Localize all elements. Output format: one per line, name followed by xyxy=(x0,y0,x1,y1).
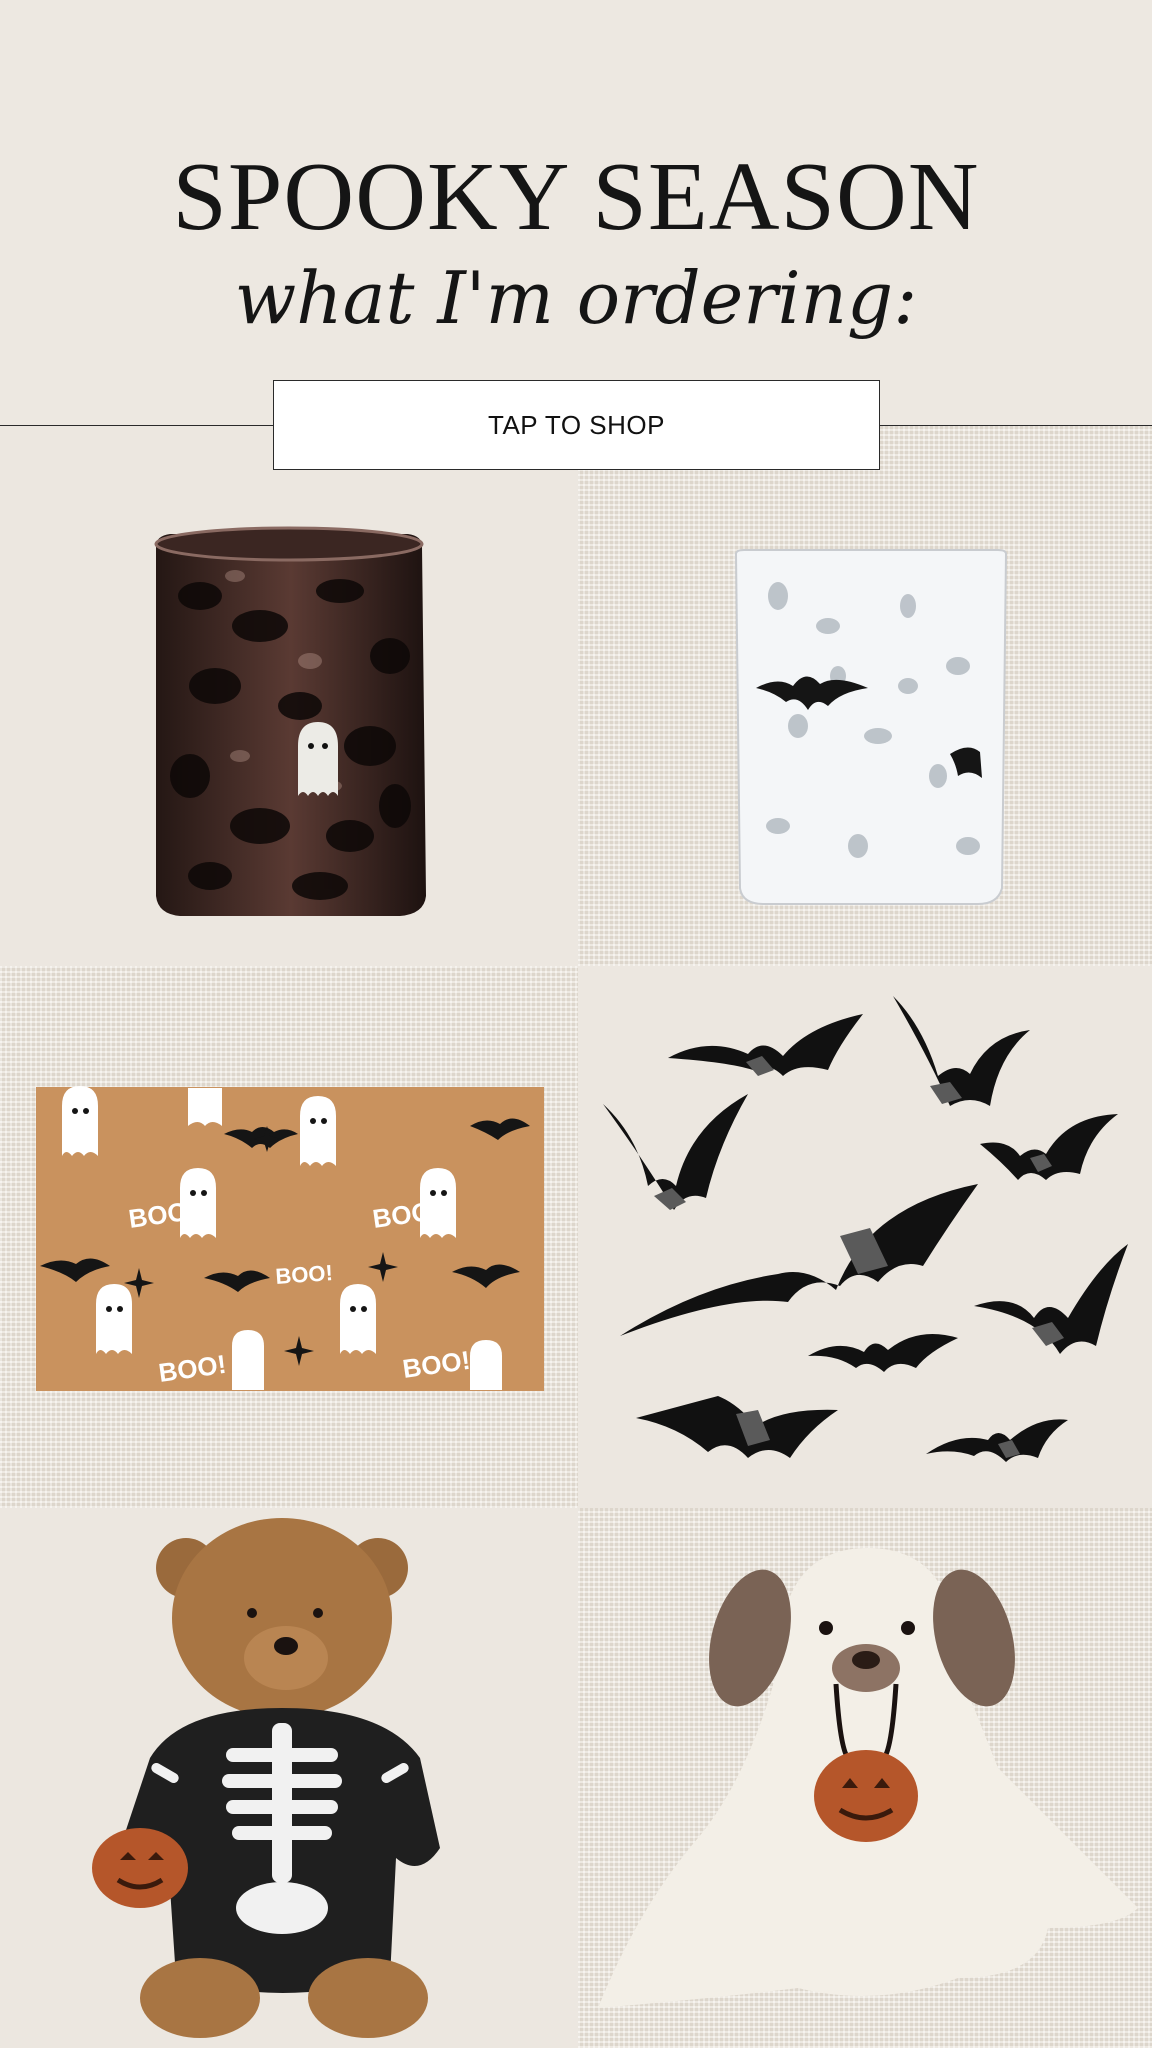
product-grid: BOO! BOO! BOO! BOO! BOO! xyxy=(0,425,1152,2048)
product-tile-ghost-puppy[interactable] xyxy=(578,1508,1152,2048)
ghost-tumbler-image xyxy=(154,526,426,916)
product-tile-bat-decals[interactable] xyxy=(578,966,1152,1509)
product-tile-bat-tumbler[interactable] xyxy=(578,425,1152,967)
page-subtitle: what I'm ordering: xyxy=(234,256,918,340)
product-tile-skeleton-bear[interactable] xyxy=(0,1508,579,2048)
svg-text:BOO!: BOO! xyxy=(275,1260,334,1289)
header: SPOOKY SEASON what I'm ordering: xyxy=(0,0,1152,425)
bat-decals-image xyxy=(603,996,1128,1462)
ghost-puppy-image xyxy=(598,1548,1138,2008)
tap-to-shop-button[interactable]: TAP TO SHOP xyxy=(273,380,880,470)
boo-doormat-image: BOO! BOO! BOO! BOO! BOO! xyxy=(36,1086,544,1391)
page-title: SPOOKY SEASON xyxy=(172,143,980,251)
product-tile-ghost-tumbler[interactable] xyxy=(0,425,579,967)
skeleton-bear-image xyxy=(92,1518,440,2038)
product-tile-boo-doormat[interactable]: BOO! BOO! BOO! BOO! BOO! xyxy=(0,966,579,1509)
bat-tumbler-image xyxy=(734,549,1008,905)
